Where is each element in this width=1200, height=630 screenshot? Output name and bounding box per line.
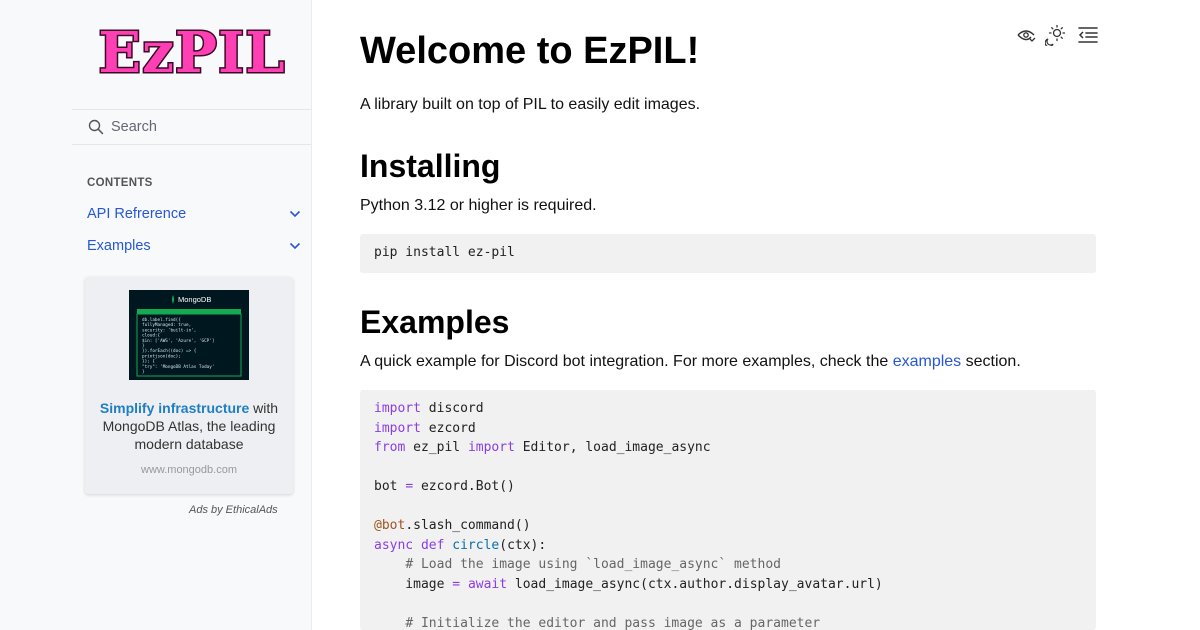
ad-code-line: security: 'built-in', (142, 327, 196, 333)
ad-code-line: $in: ['AWS', 'Azure', 'GCP'] (142, 338, 214, 344)
chevron-down-icon[interactable] (289, 210, 301, 218)
code-line: # Load the image using `load_image_async… (405, 557, 781, 572)
ad-code-line: }); { (142, 359, 155, 365)
examples-text: A quick example for Discord bot integrat… (360, 353, 1021, 371)
sidebar-item-label: API Refrerence (87, 206, 187, 222)
code-line: bot = ezcord.Bot() (374, 479, 515, 494)
ad-code-line: }).forEach((doc) => { (142, 348, 197, 354)
code-line: # Initialize the editor and pass image a… (405, 615, 821, 630)
ad-code-line: printjson(doc); (142, 353, 181, 359)
installing-text: Python 3.12 or higher is required. (360, 197, 597, 214)
ad-image-brand: MongoDB (178, 295, 211, 304)
examples-link[interactable]: examples (893, 353, 961, 370)
ad-text: Simplify infrastructure with MongoDB Atl… (93, 399, 285, 453)
ad-card[interactable]: MongoDB db.label.find({ fullyManaged: tr… (85, 277, 293, 494)
contents-caption: CONTENTS (87, 177, 153, 189)
examples-heading: Examples (360, 304, 510, 340)
ad-headline-link[interactable]: Simplify infrastructure (100, 400, 249, 416)
example-code-block[interactable]: import discord import ezcord from ez_pil i… (360, 390, 1096, 630)
examples-text-before: A quick example for Discord bot integrat… (360, 353, 893, 370)
sidebar: EzPIL CONTENTS API Refrerence Examples M… (0, 0, 312, 630)
code-line: import discord (374, 401, 484, 416)
code-line: async def circle(ctx): (374, 537, 547, 553)
sidebar-item-label: Examples (87, 238, 151, 254)
intro-text: A library built on top of PIL to easily … (360, 96, 701, 113)
logo-text: EzPIL (98, 22, 285, 80)
page-title: Welcome to EzPIL! (360, 30, 700, 72)
examples-text-after: section. (961, 353, 1021, 370)
ad-code-line: cloud:{ (142, 333, 161, 339)
ad-domain[interactable]: www.mongodb.com (85, 464, 293, 476)
search-input[interactable] (111, 119, 301, 135)
ad-code-line: fullyManaged: true, (142, 322, 191, 328)
installing-heading: Installing (360, 148, 501, 184)
chevron-down-icon[interactable] (289, 242, 301, 250)
ad-attribution-link[interactable]: Ads by EthicalAds (189, 504, 278, 516)
ad-code-line: db.label.find({ (142, 317, 181, 323)
sidebar-item-api-reference[interactable]: API Refrerence (87, 203, 303, 225)
code-line: image = await load_image_async(ctx.autho… (374, 576, 883, 592)
view-source-icon[interactable] (1015, 24, 1037, 46)
ad-code-line: } (142, 369, 145, 375)
ad-code-line: } (142, 343, 145, 349)
ad-image[interactable]: MongoDB db.label.find({ fullyManaged: tr… (129, 290, 249, 380)
search-bar[interactable] (72, 109, 311, 145)
code-line: @bot.slash_command() (374, 518, 531, 533)
code-line: import ezcord (374, 420, 476, 436)
code-line: pip install ez-pil (374, 245, 515, 260)
search-icon (88, 119, 104, 135)
toc-toggle-icon[interactable] (1077, 24, 1099, 46)
toolbar (1015, 24, 1099, 46)
site-logo[interactable]: EzPIL (95, 19, 290, 88)
code-line: from ez_pil import Editor, load_image_as… (374, 440, 711, 455)
sidebar-item-examples[interactable]: Examples (87, 235, 303, 257)
install-code-block[interactable]: pip install ez-pil (360, 234, 1096, 273)
theme-toggle-icon[interactable] (1045, 24, 1067, 46)
ad-code-line: "try": 'MongoDB Atlas Today' (142, 364, 214, 370)
